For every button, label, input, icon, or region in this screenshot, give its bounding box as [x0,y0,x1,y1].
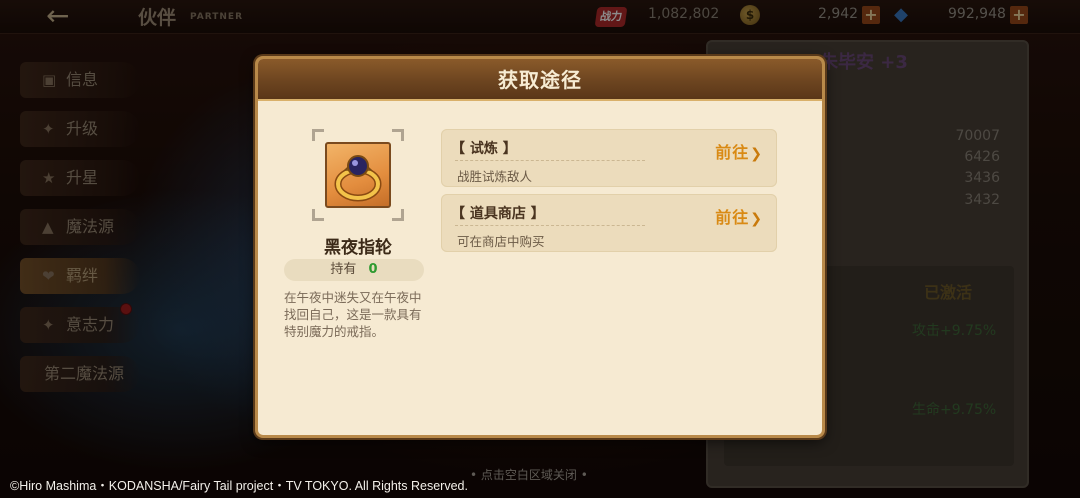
ring-icon [325,142,391,208]
source-description: 可在商店中购买 [457,234,545,249]
source-description: 战胜试炼敌人 [457,169,533,184]
divider [455,160,645,161]
source-trial[interactable]: 【 试炼 】 战胜试炼敌人 前往❯ [441,129,777,187]
chevron-right-icon: ❯ [750,146,763,162]
frame-corner [392,129,404,141]
owned-label: 持有 [330,262,357,277]
item-frame [312,129,404,221]
tap-close-hint: • 点击空白区域关闭 • [470,468,588,482]
dialog-title: 获取途径 [498,68,582,92]
item-name: 黑夜指轮 [324,238,392,258]
divider [455,225,645,226]
frame-corner [392,209,404,221]
copyright-notice: ©Hiro Mashima・KODANSHA/Fairy Tail projec… [10,479,468,493]
go-label: 前往 [715,143,750,162]
frame-corner [312,129,324,141]
go-label: 前往 [715,208,750,227]
item-description: 在午夜中迷失又在午夜中找回自己，这是一款具有特别魔力的戒指。 [284,290,422,339]
owned-count-bar: 持有 0 [284,259,424,281]
source-item-shop[interactable]: 【 道具商店 】 可在商店中购买 前往❯ [441,194,777,252]
acquire-source-dialog: 获取途径 黑夜指轮 持有 0 在午夜中迷失又在午夜中找回自己，这是一款具有特别魔… [255,56,825,438]
owned-value: 0 [368,262,378,277]
go-button-shop[interactable]: 前往❯ [715,204,763,228]
go-button-trial[interactable]: 前往❯ [715,139,763,163]
source-title: 【 道具商店 】 [451,206,545,222]
source-title: 【 试炼 】 [451,141,517,157]
frame-corner [312,209,324,221]
dialog-header: 获取途径 [258,59,822,101]
chevron-right-icon: ❯ [750,211,763,227]
